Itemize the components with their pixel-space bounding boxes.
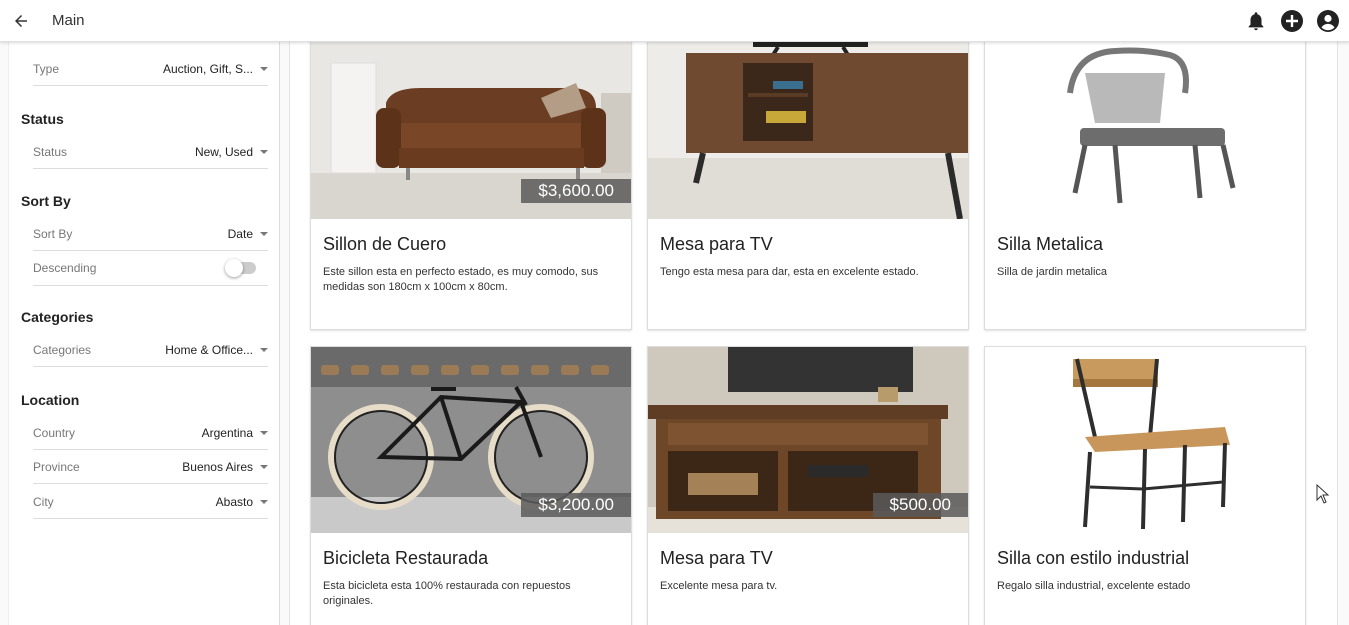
sort-by-filter[interactable]: Sort By Date bbox=[33, 217, 268, 251]
listing-image-industrial-chair bbox=[985, 347, 1305, 533]
type-filter-label: Type bbox=[33, 61, 60, 76]
listing-title: Silla Metalica bbox=[997, 234, 1104, 254]
descending-row: Descending bbox=[33, 251, 268, 286]
filters-sidebar: Type Auction, Gift, S... Status Status N… bbox=[8, 42, 280, 625]
page-title: Main bbox=[52, 12, 85, 29]
listing-description: Tengo esta mesa para dar, esta en excele… bbox=[660, 266, 919, 278]
sort-section-title: Sort By bbox=[21, 193, 71, 209]
listing-title: Mesa para TV bbox=[660, 548, 773, 568]
country-filter-value: Argentina bbox=[201, 425, 253, 440]
listing-card[interactable]: Mesa para TV Tengo esta mesa para dar, e… bbox=[647, 42, 969, 330]
categories-section-title: Categories bbox=[21, 309, 94, 325]
descending-label: Descending bbox=[33, 261, 97, 275]
listing-title: Mesa para TV bbox=[660, 234, 773, 254]
province-filter-label: Province bbox=[33, 459, 80, 474]
categories-filter[interactable]: Categories Home & Office... bbox=[33, 333, 268, 367]
listing-image-wood-tv-stand bbox=[648, 42, 968, 219]
country-filter[interactable]: Country Argentina bbox=[33, 416, 268, 450]
back-arrow-icon[interactable] bbox=[0, 0, 42, 42]
dropdown-caret-icon bbox=[260, 347, 268, 352]
price-badge: $3,600.00 bbox=[521, 179, 631, 203]
account-circle-icon[interactable] bbox=[1315, 8, 1341, 34]
categories-filter-label: Categories bbox=[33, 342, 92, 357]
listing-card[interactable]: $3,200.00 Bicicleta Restaurada Esta bici… bbox=[310, 346, 632, 625]
listings-grid: $3,600.00 Sillon de Cuero Este sillon es… bbox=[289, 42, 1338, 625]
dropdown-caret-icon bbox=[260, 464, 268, 469]
listing-image-metal-chair bbox=[985, 42, 1305, 219]
listing-image-leather-sofa: $3,600.00 bbox=[311, 42, 631, 219]
categories-filter-value: Home & Office... bbox=[165, 342, 253, 357]
descending-toggle[interactable] bbox=[225, 259, 256, 277]
listing-description: Este sillon esta en perfecto estado, es … bbox=[323, 266, 599, 293]
city-filter-value: Abasto bbox=[215, 494, 253, 509]
dropdown-caret-icon bbox=[260, 430, 268, 435]
listing-description: Silla de jardin metalica bbox=[997, 266, 1108, 278]
listing-image-rustic-tv-console: $500.00 bbox=[648, 347, 968, 533]
mouse-cursor-icon bbox=[1316, 484, 1330, 504]
dropdown-caret-icon bbox=[260, 499, 268, 504]
listing-title: Bicicleta Restaurada bbox=[323, 548, 489, 568]
listing-description: Esta bicicleta esta 100% restaurada con … bbox=[323, 580, 571, 607]
province-filter[interactable]: Province Buenos Aires bbox=[33, 450, 268, 484]
listing-description: Regalo silla industrial, excelente estad… bbox=[997, 580, 1191, 592]
city-filter[interactable]: City Abasto bbox=[33, 485, 268, 519]
status-filter-label: Status bbox=[33, 144, 68, 159]
status-filter[interactable]: Status New, Used bbox=[33, 135, 268, 169]
price-badge: $500.00 bbox=[872, 493, 968, 517]
province-filter-value: Buenos Aires bbox=[182, 459, 253, 474]
listing-image-bicycle: $3,200.00 bbox=[311, 347, 631, 533]
country-filter-label: Country bbox=[33, 425, 76, 440]
listing-title: Silla con estilo industrial bbox=[997, 548, 1190, 568]
app-bar: Main bbox=[0, 0, 1349, 42]
dropdown-caret-icon bbox=[260, 66, 268, 71]
location-section-title: Location bbox=[21, 392, 80, 408]
bell-icon[interactable] bbox=[1243, 8, 1269, 34]
type-filter-value: Auction, Gift, S... bbox=[162, 61, 253, 76]
status-filter-value: New, Used bbox=[194, 144, 253, 159]
dropdown-caret-icon bbox=[260, 231, 268, 236]
listing-card[interactable]: $500.00 Mesa para TV Excelente mesa para… bbox=[647, 346, 969, 625]
dropdown-caret-icon bbox=[260, 149, 268, 154]
listing-description: Excelente mesa para tv. bbox=[660, 580, 778, 592]
listing-card[interactable]: Silla Metalica Silla de jardin metalica bbox=[984, 42, 1306, 330]
status-section-title: Status bbox=[21, 111, 64, 127]
city-filter-label: City bbox=[33, 494, 54, 509]
listing-card[interactable]: $3,600.00 Sillon de Cuero Este sillon es… bbox=[310, 42, 632, 330]
price-badge: $3,200.00 bbox=[521, 493, 631, 517]
listing-title: Sillon de Cuero bbox=[323, 234, 447, 254]
sort-by-value: Date bbox=[227, 226, 253, 241]
listing-card[interactable]: Silla con estilo industrial Regalo silla… bbox=[984, 346, 1306, 625]
add-circle-icon[interactable] bbox=[1279, 8, 1305, 34]
type-filter[interactable]: Type Auction, Gift, S... bbox=[33, 52, 268, 86]
sort-by-label: Sort By bbox=[33, 226, 73, 241]
